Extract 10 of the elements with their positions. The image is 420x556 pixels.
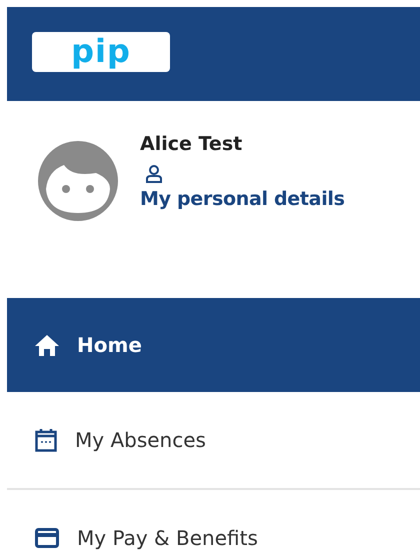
nav-item[interactable]: My Pay & Benefits [7,490,420,556]
nav-item[interactable]: Home [7,298,420,392]
nav-item[interactable]: My Absences [7,392,420,490]
credit-card-icon [35,528,59,548]
personal-details-link[interactable]: My personal details [140,188,345,210]
user-name: Alice Test [140,133,242,155]
person-icon [144,164,164,184]
calendar-icon [35,428,57,452]
avatar-icon [38,141,118,221]
home-icon [35,334,59,356]
